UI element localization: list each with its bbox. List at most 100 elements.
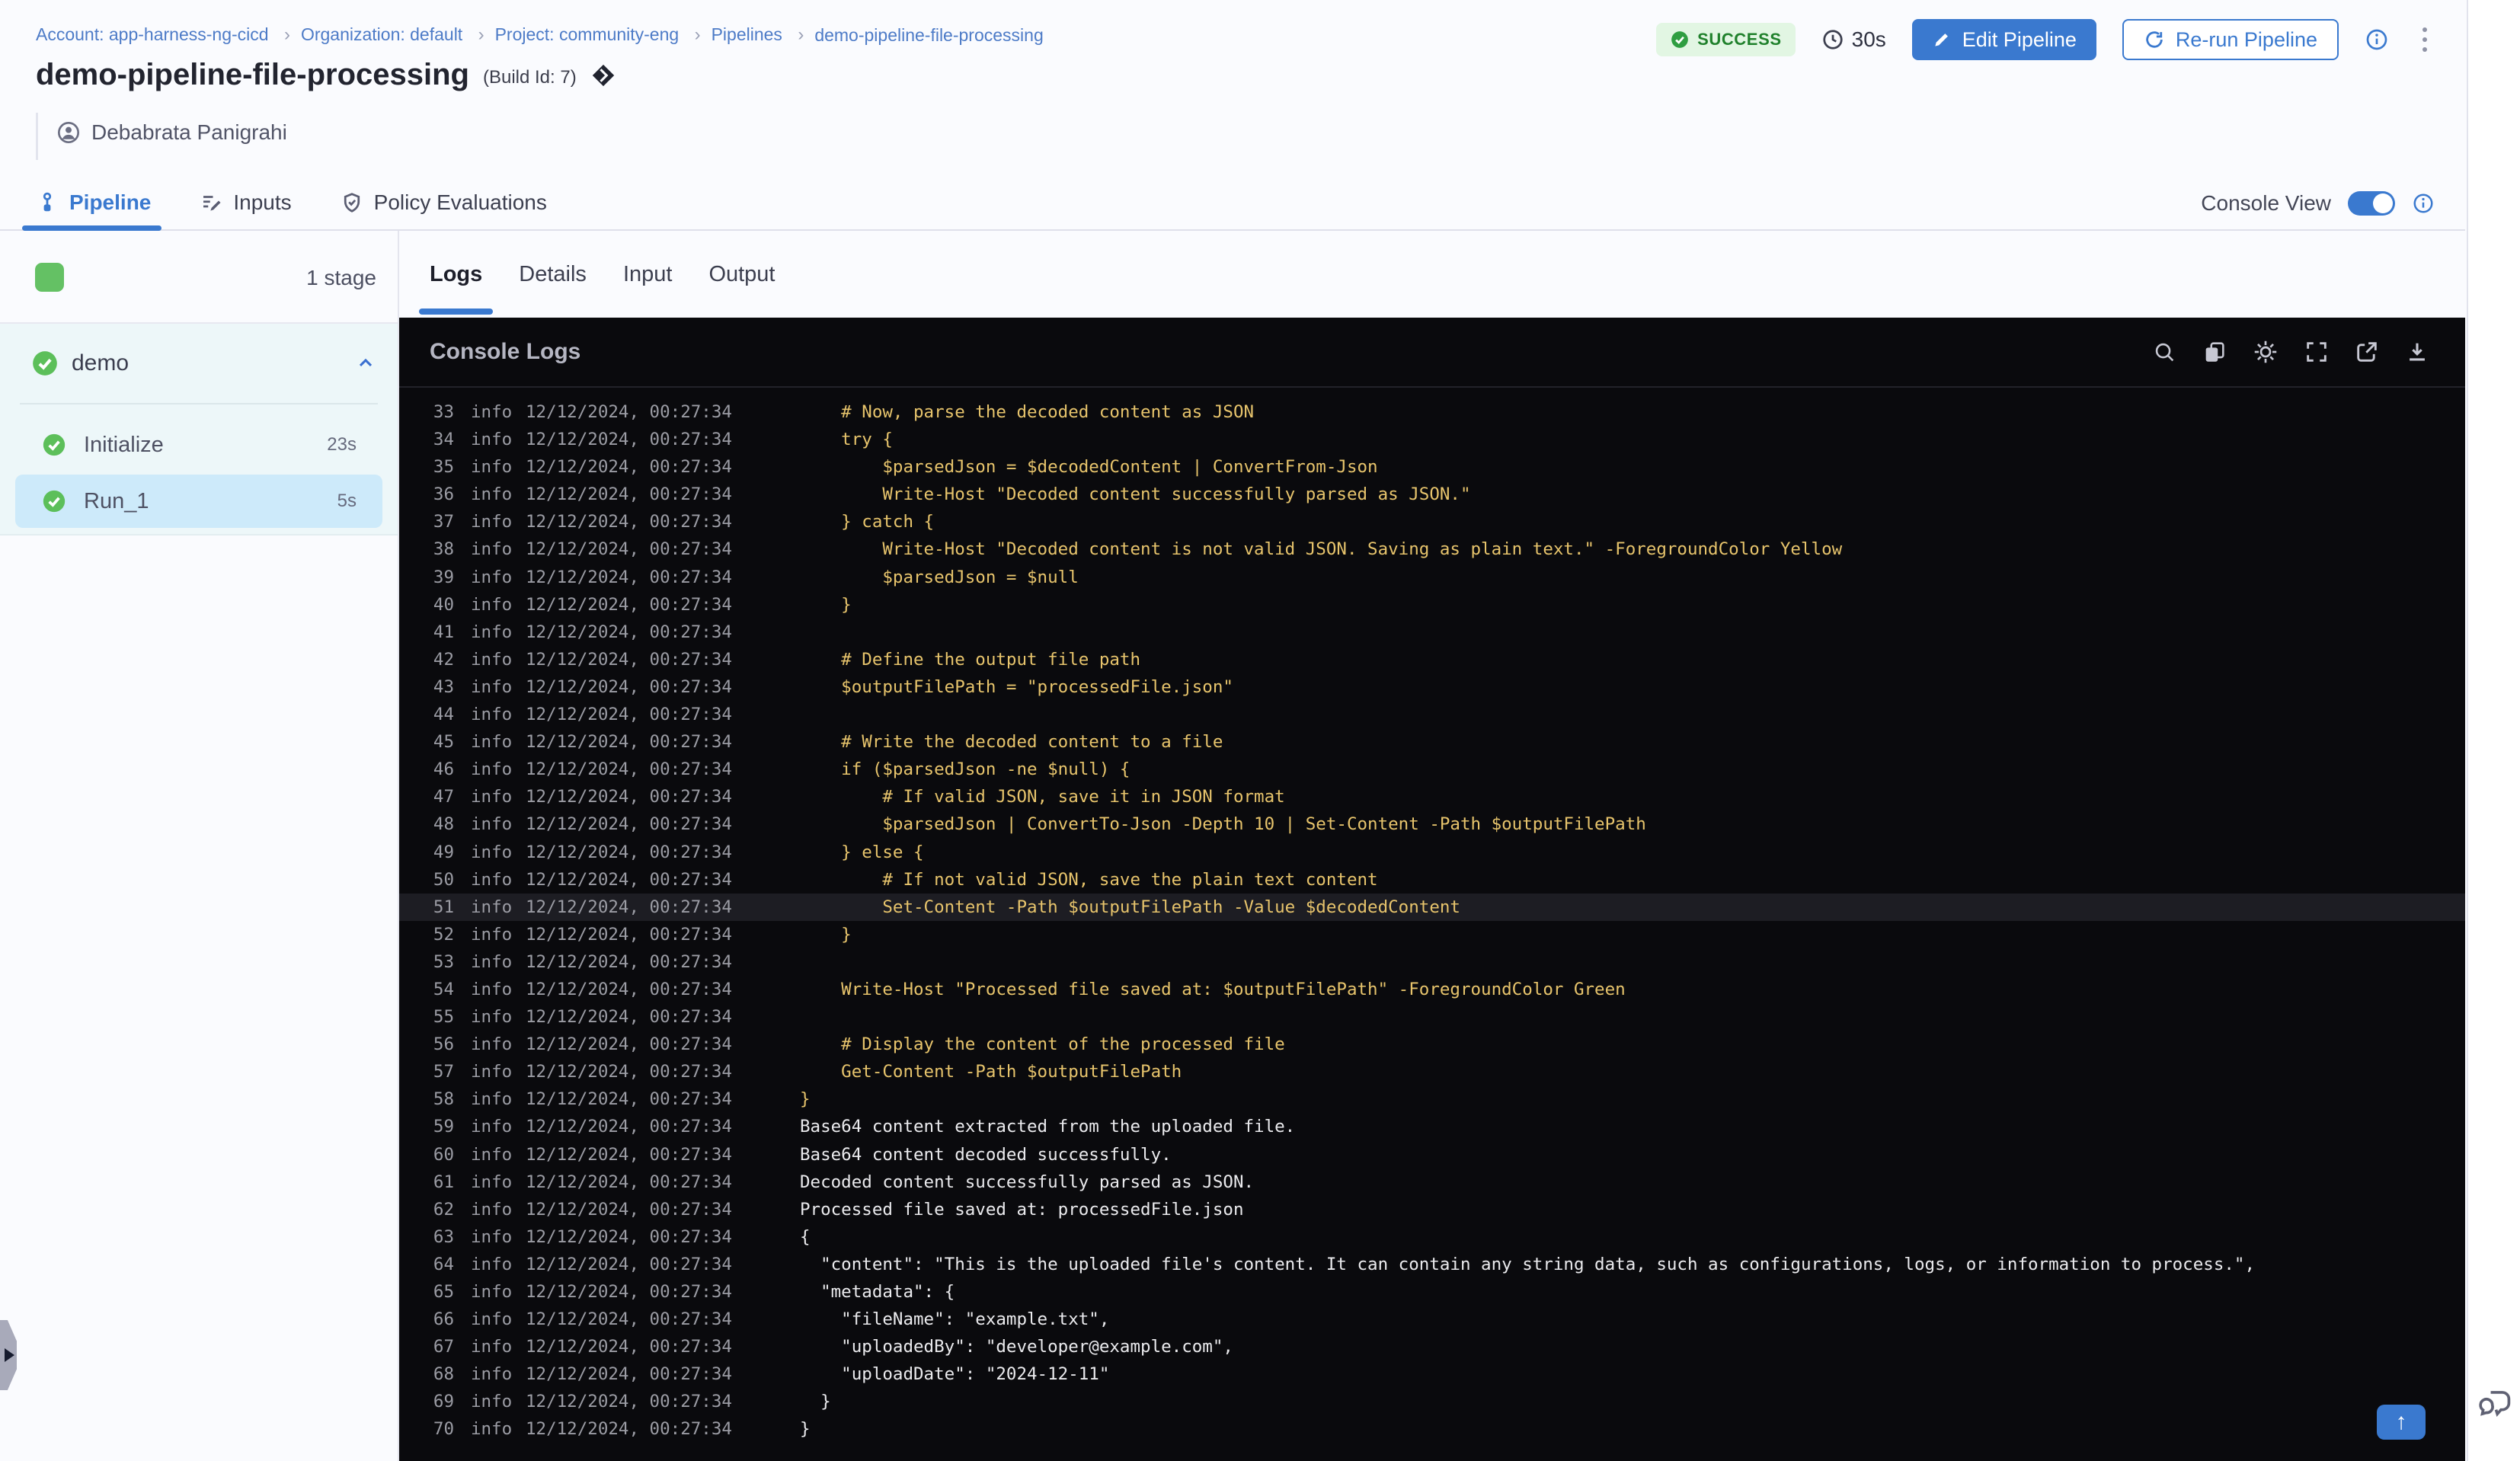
log-line: 42 info 12/12/2024, 00:27:34 # Define th… <box>399 646 2465 673</box>
log-timestamp: 12/12/2024, 00:27:34 <box>526 1309 732 1330</box>
download-icon[interactable] <box>2404 339 2430 365</box>
log-line-number: 33 <box>433 402 454 422</box>
chat-support-icon[interactable] <box>2475 1383 2515 1423</box>
log-timestamp: 12/12/2024, 00:27:34 <box>526 1364 732 1385</box>
log-line: 34 info 12/12/2024, 00:27:34 try { <box>399 426 2465 453</box>
log-line-number: 34 <box>433 430 454 450</box>
breadcrumb-link[interactable]: Project: community-eng <box>495 24 680 44</box>
chevron-up-icon[interactable] <box>355 353 376 374</box>
log-line: 62 info 12/12/2024, 00:27:34 Processed f… <box>399 1196 2465 1223</box>
log-line-number: 55 <box>433 1007 454 1028</box>
search-icon[interactable] <box>2151 339 2177 365</box>
rerun-pipeline-button[interactable]: Re-run Pipeline <box>2122 19 2339 60</box>
log-tab[interactable]: Details <box>517 231 588 318</box>
log-timestamp: 12/12/2024, 00:27:34 <box>526 1117 732 1137</box>
log-message: "uploadDate": "2024-12-11" <box>800 1364 1110 1385</box>
status-badge: SUCCESS <box>1656 23 1796 56</box>
log-timestamp: 12/12/2024, 00:27:34 <box>526 1199 732 1220</box>
log-level: info <box>471 869 513 890</box>
log-level: info <box>471 1062 513 1082</box>
copy-icon[interactable] <box>2202 339 2227 365</box>
page: Account: app-harness-ng-cicd › Organizat… <box>0 0 2465 1461</box>
pipeline-diamond-icon[interactable] <box>590 62 616 88</box>
open-external-icon[interactable] <box>2354 339 2380 365</box>
log-timestamp: 12/12/2024, 00:27:34 <box>526 951 732 972</box>
stage-sidebar-header: 1 stage <box>0 231 398 324</box>
log-timestamp: 12/12/2024, 00:27:34 <box>526 787 732 807</box>
scroll-to-top-button[interactable]: ↑ <box>2377 1405 2426 1440</box>
tab-inputs[interactable]: Inputs <box>200 175 292 229</box>
stage-row-demo[interactable]: demo <box>0 324 398 403</box>
log-timestamp: 12/12/2024, 00:27:34 <box>526 1062 732 1082</box>
breadcrumb-item: Account: app-harness-ng-cicd › <box>36 24 301 46</box>
log-line: 58 info 12/12/2024, 00:27:34 } <box>399 1085 2465 1113</box>
log-timestamp: 12/12/2024, 00:27:34 <box>526 484 732 505</box>
edit-pipeline-label: Edit Pipeline <box>1962 27 2077 51</box>
breadcrumb-link[interactable]: demo-pipeline-file-processing <box>814 25 1043 45</box>
user-avatar-icon <box>58 122 79 143</box>
log-level: info <box>471 705 513 725</box>
log-level: info <box>471 951 513 972</box>
log-line-number: 57 <box>433 1062 454 1082</box>
log-timestamp: 12/12/2024, 00:27:34 <box>526 539 732 560</box>
settings-gear-icon[interactable] <box>2252 338 2279 366</box>
log-line: 33 info 12/12/2024, 00:27:34 # Now, pars… <box>399 398 2465 426</box>
breadcrumb-link[interactable]: Organization: default <box>301 24 462 44</box>
log-line: 66 info 12/12/2024, 00:27:34 "fileName":… <box>399 1306 2465 1333</box>
breadcrumb-separator: › <box>694 24 701 45</box>
step-success-icon <box>43 490 66 513</box>
fullscreen-icon[interactable] <box>2304 339 2330 365</box>
log-level: info <box>471 567 513 587</box>
duration-value: 30s <box>1851 27 1886 51</box>
log-level: info <box>471 484 513 505</box>
log-line: 36 info 12/12/2024, 00:27:34 Write-Host … <box>399 481 2465 508</box>
log-timestamp: 12/12/2024, 00:27:34 <box>526 1254 732 1274</box>
step-row[interactable]: Run_1 5s <box>15 475 382 528</box>
log-level: info <box>471 1309 513 1330</box>
log-tab[interactable]: Input <box>622 231 674 318</box>
pencil-icon <box>1935 34 1948 46</box>
log-line: 56 info 12/12/2024, 00:27:34 # Display t… <box>399 1031 2465 1058</box>
more-options-menu[interactable] <box>2415 23 2435 56</box>
log-line: 35 info 12/12/2024, 00:27:34 $parsedJson… <box>399 453 2465 481</box>
log-level: info <box>471 1117 513 1137</box>
page-title: demo-pipeline-file-processing <box>36 58 469 91</box>
log-line-number: 69 <box>433 1392 454 1412</box>
log-timestamp: 12/12/2024, 00:27:34 <box>526 1144 732 1165</box>
tab-pipeline[interactable]: Pipeline <box>21 175 162 231</box>
log-tab[interactable]: Logs <box>418 231 494 318</box>
log-tab[interactable]: Output <box>707 231 776 318</box>
log-message: Decoded content successfully parsed as J… <box>800 1172 1255 1192</box>
log-line: 39 info 12/12/2024, 00:27:34 $parsedJson… <box>399 564 2465 591</box>
rerun-pipeline-label: Re-run Pipeline <box>2175 27 2317 51</box>
edit-pipeline-button[interactable]: Edit Pipeline <box>1911 19 2096 60</box>
console-log-list[interactable]: 33 info 12/12/2024, 00:27:34 # Now, pars… <box>399 388 2465 1461</box>
shield-check-icon <box>344 192 360 213</box>
log-line-number: 39 <box>433 567 454 587</box>
console-view-info-icon[interactable] <box>2412 192 2435 215</box>
success-check-icon <box>1671 31 1688 48</box>
log-level: info <box>471 759 513 780</box>
log-line-number: 63 <box>433 1226 454 1247</box>
rerun-info-icon[interactable] <box>2365 27 2389 52</box>
log-line: 60 info 12/12/2024, 00:27:34 Base64 cont… <box>399 1141 2465 1168</box>
log-message: # Now, parse the decoded content as JSON <box>800 402 1255 422</box>
log-timestamp: 12/12/2024, 00:27:34 <box>526 732 732 753</box>
log-level: info <box>471 979 513 999</box>
log-line-number: 58 <box>433 1089 454 1110</box>
step-row[interactable]: Initialize 23s <box>15 418 382 472</box>
log-tab-label: Details <box>519 261 587 286</box>
title-row: demo-pipeline-file-processing (Build Id:… <box>36 58 616 92</box>
log-line-number: 70 <box>433 1419 454 1440</box>
stage-status-square[interactable] <box>35 263 64 292</box>
tab-policy-evaluations[interactable]: Policy Evaluations <box>341 175 547 229</box>
breadcrumb-link[interactable]: Pipelines <box>712 24 782 44</box>
step-duration: 5s <box>337 491 357 511</box>
log-timestamp: 12/12/2024, 00:27:34 <box>526 842 732 862</box>
console-view-toggle[interactable] <box>2348 190 2395 216</box>
breadcrumb-link[interactable]: Account: app-harness-ng-cicd <box>36 24 269 44</box>
log-line-number: 35 <box>433 457 454 478</box>
log-message: } <box>800 1089 811 1110</box>
log-message: } <box>800 924 852 945</box>
step-duration: 23s <box>327 434 357 455</box>
